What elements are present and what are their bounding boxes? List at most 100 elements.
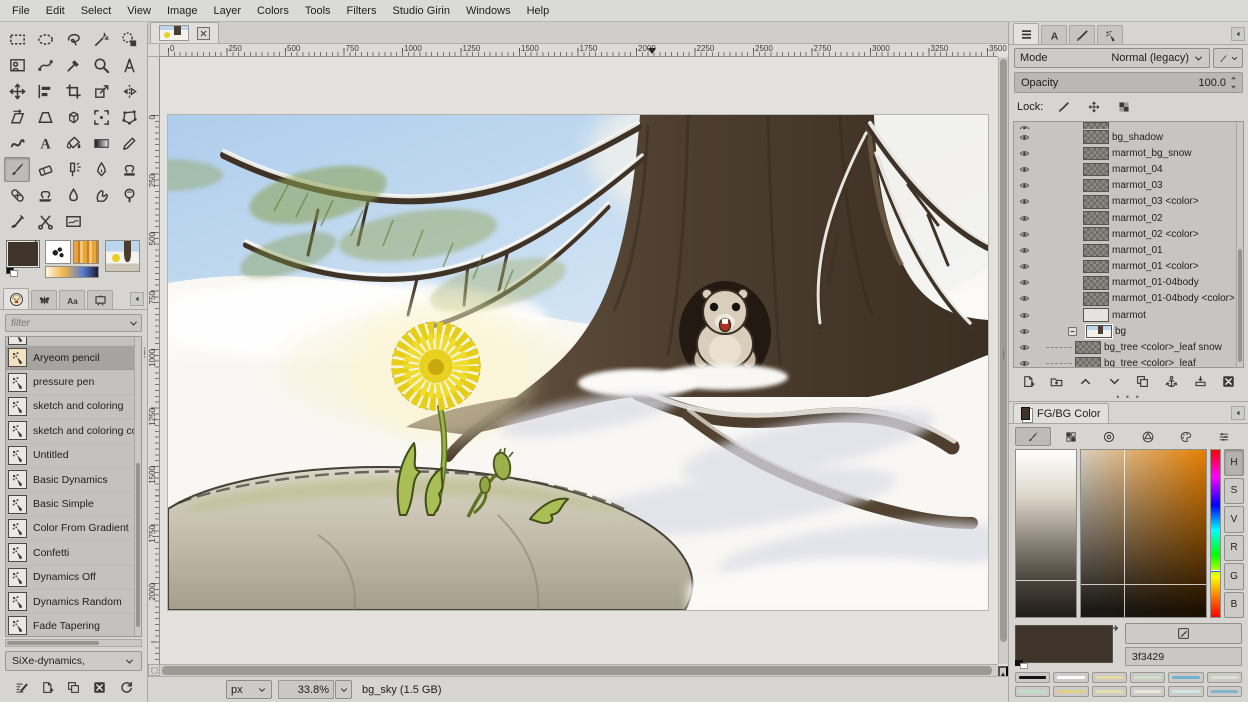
shear-tool[interactable] (4, 105, 30, 130)
layer-name[interactable]: marmot_01-04body <color> (1112, 293, 1235, 304)
raise-layer-button[interactable] (1074, 371, 1096, 391)
blur-sharpen-tool[interactable] (60, 183, 86, 208)
dynamics-list-item[interactable]: sketch and coloring copy (6, 419, 134, 443)
color-history-swatch[interactable] (1092, 672, 1127, 683)
unit-select[interactable]: px (226, 680, 272, 699)
canvas-viewport[interactable] (160, 57, 998, 664)
menu-item[interactable]: Colors (249, 2, 297, 20)
layer-row[interactable]: marmot_03 (1014, 178, 1236, 194)
move-tool[interactable] (4, 79, 30, 104)
layer-name[interactable]: marmot_bg_snow (1112, 148, 1191, 159)
opacity-slider[interactable]: Opacity 100.0 (1014, 72, 1243, 93)
tab-paint-dynamics[interactable] (3, 288, 29, 309)
active-gradient-preview[interactable] (45, 266, 99, 278)
h-ruler[interactable]: 0250500750100012501500175020002250250027… (160, 44, 998, 57)
channel-button[interactable]: R (1224, 535, 1244, 562)
perspective-tool[interactable] (32, 105, 58, 130)
layer-name[interactable]: marmot (1112, 310, 1146, 321)
dynamics-list-item[interactable]: Basic Dynamics (6, 468, 134, 492)
layer-name[interactable]: marmot_02 <color> (1112, 229, 1199, 240)
pick-color-from-image-button[interactable] (1125, 623, 1242, 644)
lock-pixels-button[interactable] (1053, 98, 1075, 116)
layer-visibility-toggle[interactable] (1016, 357, 1033, 367)
menu-item[interactable]: Image (159, 2, 206, 20)
tab-fg-bg-color[interactable]: FG/BG Color (1013, 403, 1109, 423)
edit-dynamics-button[interactable] (10, 677, 32, 697)
layer-name[interactable]: marmot_04 (1112, 164, 1163, 175)
ruler-origin-button[interactable] (148, 44, 160, 57)
layer-name[interactable]: bg_shadow (1112, 132, 1163, 143)
selector-palette[interactable] (1168, 427, 1204, 446)
quick-mask-toggle[interactable] (148, 664, 160, 676)
color-picker-tool[interactable] (60, 53, 86, 78)
layer-name[interactable]: marmot_01 <color> (1112, 261, 1199, 272)
close-image-button[interactable] (197, 27, 210, 40)
swap-colors-icon[interactable] (28, 238, 41, 251)
left-panel-resize-handle[interactable]: ⁝⁝ (143, 350, 146, 358)
tab-dynamics[interactable] (1097, 25, 1123, 44)
filter-dropdown-icon[interactable] (128, 318, 139, 329)
menu-item[interactable]: Select (73, 2, 120, 20)
layer-visibility-toggle[interactable] (1016, 122, 1033, 129)
3d-transform-tool[interactable] (60, 105, 86, 130)
layer-visibility-toggle[interactable] (1016, 325, 1033, 338)
layer-thumbnail[interactable] (1083, 122, 1109, 129)
dock-tab-menu-button[interactable] (1231, 27, 1245, 41)
default-colors-icon[interactable] (1015, 660, 1029, 670)
layer-row[interactable]: marmot_01 <color> (1014, 259, 1236, 275)
seamless-clone-tool[interactable] (60, 209, 86, 234)
layer-visibility-toggle[interactable] (1016, 309, 1033, 322)
layer-thumbnail[interactable] (1083, 130, 1109, 144)
color-history-swatch[interactable] (1168, 672, 1203, 683)
lock-alpha-button[interactable] (1113, 98, 1135, 116)
right-panel-resize-handle[interactable]: ⁝⁝ (1002, 352, 1005, 360)
select-by-color-tool[interactable] (116, 27, 142, 52)
layer-row[interactable]: bg_shadow (1014, 129, 1236, 145)
color-history-swatch[interactable] (1207, 672, 1242, 683)
free-select-tool[interactable] (60, 27, 86, 52)
active-pattern-preview[interactable] (73, 240, 99, 264)
warp-transform-tool[interactable] (4, 131, 30, 156)
layer-thumbnail[interactable] (1083, 227, 1109, 241)
perspective-clone-tool[interactable] (32, 183, 58, 208)
layer-thumbnail[interactable] (1086, 325, 1112, 339)
dynamics-list-item[interactable]: Confetti (6, 541, 134, 565)
fuzzy-select-tool[interactable] (88, 27, 114, 52)
bucket-fill-tool[interactable] (60, 131, 86, 156)
selector-watercolor[interactable] (1091, 427, 1127, 446)
channel-button[interactable]: B (1224, 592, 1244, 619)
layer-row[interactable] (1014, 122, 1236, 129)
active-image-thumbnail[interactable] (105, 240, 140, 272)
hex-color-input[interactable]: 3f3429 (1125, 647, 1242, 666)
image-tab[interactable] (150, 22, 219, 43)
lock-position-button[interactable] (1083, 98, 1105, 116)
zoom-dropdown-button[interactable] (335, 680, 352, 699)
layer-row[interactable]: marmot_02 <color> (1014, 226, 1236, 242)
layers-vertical-scrollbar[interactable] (1236, 122, 1243, 367)
dynamics-list-item[interactable]: Dynamics Off (6, 566, 134, 590)
eraser-tool[interactable] (32, 157, 58, 182)
menu-item[interactable]: Edit (38, 2, 73, 20)
layer-name[interactable]: marmot_01-04body (1112, 277, 1199, 288)
default-colors-icon[interactable] (6, 267, 19, 278)
layer-thumbnail[interactable] (1075, 357, 1101, 367)
layer-visibility-toggle[interactable] (1016, 260, 1033, 273)
mode-group-switch-button[interactable] (1213, 48, 1243, 68)
new-layer-group-button[interactable] (1046, 371, 1068, 391)
dynamics-preset-dropdown[interactable]: SiXe-dynamics, (5, 651, 142, 671)
tab-canvas[interactable] (87, 290, 113, 309)
layer-name[interactable]: marmot_02 (1112, 213, 1163, 224)
layer-name[interactable]: marmot_01 (1112, 245, 1163, 256)
dodge-burn-tool[interactable] (116, 183, 142, 208)
fg-bg-color-area[interactable] (6, 240, 39, 278)
layer-row[interactable]: bg_tree <color>_leaf (1014, 356, 1236, 367)
dynamics-list-item[interactable]: Color From Gradient (6, 517, 134, 541)
dock-tab-menu-button[interactable] (130, 292, 144, 306)
smudge-tool[interactable] (88, 183, 114, 208)
color-history-swatch[interactable] (1130, 672, 1165, 683)
unified-transform-tool[interactable] (88, 79, 114, 104)
layer-thumbnail[interactable] (1075, 341, 1101, 355)
delete-layer-button[interactable] (1218, 371, 1240, 391)
mypaint-brush-tool[interactable] (4, 209, 30, 234)
paths-tool[interactable] (32, 53, 58, 78)
